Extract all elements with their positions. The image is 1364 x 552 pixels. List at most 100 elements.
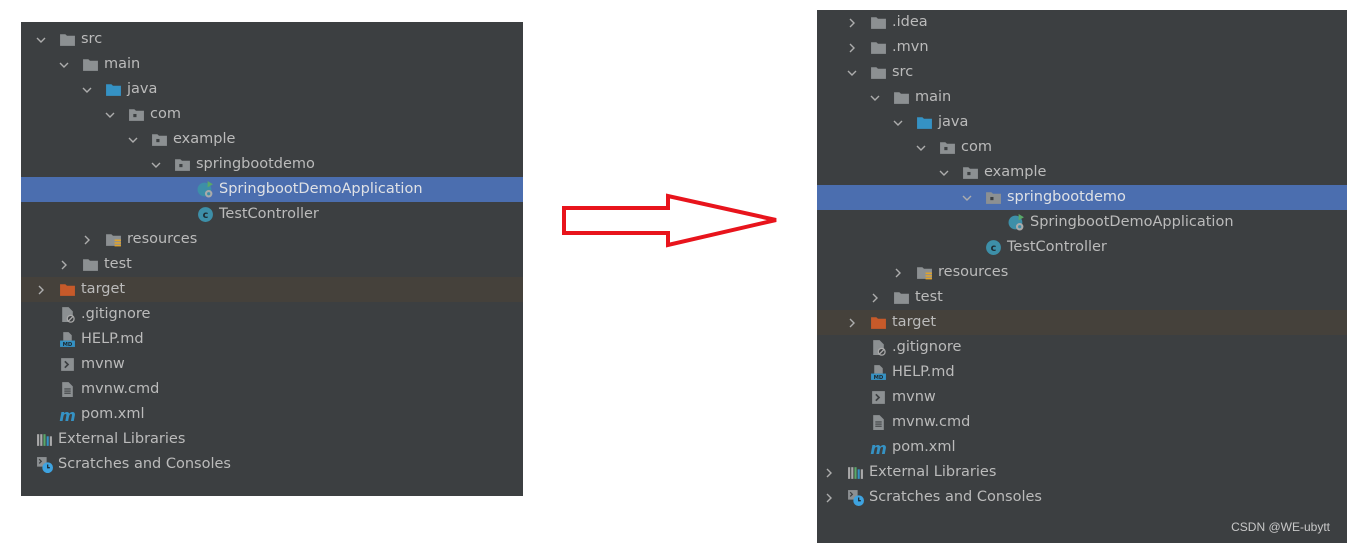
tree-row[interactable]: Scratches and Consoles: [21, 452, 523, 477]
tree-row[interactable]: mvnw.cmd: [21, 377, 523, 402]
tree-row[interactable]: .idea: [817, 10, 1347, 35]
chevron-down-icon[interactable]: [150, 152, 162, 177]
tree-row-label: mvnw.cmd: [81, 381, 160, 397]
tree-row[interactable]: MD HELP.md: [21, 327, 523, 352]
source-folder-icon: [105, 81, 122, 98]
tree-row[interactable]: .mvn: [817, 35, 1347, 60]
tree-row[interactable]: mvnw.cmd: [817, 410, 1347, 435]
tree-row[interactable]: MD HELP.md: [817, 360, 1347, 385]
folder-icon: [870, 64, 887, 81]
tree-row[interactable]: src: [21, 27, 523, 52]
tree-row[interactable]: com: [21, 102, 523, 127]
tree-row-label: java: [127, 81, 158, 97]
tree-row[interactable]: springbootdemo: [21, 152, 523, 177]
tree-row-label: pom.xml: [892, 439, 956, 455]
tree-row[interactable]: java: [21, 77, 523, 102]
tree-row-label: pom.xml: [81, 406, 145, 422]
folder-icon: [893, 89, 910, 106]
tree-row-label: src: [81, 31, 103, 47]
chevron-down-icon[interactable]: [846, 60, 858, 85]
tree-row[interactable]: .gitignore: [817, 335, 1347, 360]
chevron-right-icon[interactable]: [81, 227, 93, 252]
tree-row[interactable]: example: [817, 160, 1347, 185]
chevron-right-icon[interactable]: [58, 252, 70, 277]
tree-row-label: resources: [938, 264, 1009, 280]
libraries-icon: [36, 431, 53, 448]
tree-row-label: main: [915, 89, 952, 105]
tree-row-label: example: [173, 131, 236, 147]
tree-row-label: SpringbootDemoApplication: [219, 181, 423, 197]
tree-row[interactable]: test: [817, 285, 1347, 310]
svg-text:m: m: [870, 439, 887, 456]
tree-row[interactable]: main: [817, 85, 1347, 110]
tree-row-label: target: [81, 281, 126, 297]
chevron-right-icon[interactable]: [869, 285, 881, 310]
tree-row[interactable]: External Libraries: [21, 427, 523, 452]
tree-row[interactable]: mvnw: [21, 352, 523, 377]
tree-row[interactable]: SpringbootDemoApplication: [21, 177, 523, 202]
tree-row-label: .gitignore: [81, 306, 151, 322]
tree-row[interactable]: target: [21, 277, 523, 302]
chevron-down-icon[interactable]: [81, 77, 93, 102]
tree-row[interactable]: src: [817, 60, 1347, 85]
tree-row[interactable]: m pom.xml: [21, 402, 523, 427]
tree-row[interactable]: test: [21, 252, 523, 277]
chevron-right-icon[interactable]: [846, 35, 858, 60]
chevron-right-icon[interactable]: [35, 277, 47, 302]
excluded-folder-icon: [59, 281, 76, 298]
tree-row[interactable]: springbootdemo: [817, 185, 1347, 210]
tree-row-label: com: [150, 106, 181, 122]
chevron-down-icon[interactable]: [35, 27, 47, 52]
chevron-right-icon[interactable]: [823, 460, 835, 485]
chevron-down-icon[interactable]: [938, 160, 950, 185]
tree-row[interactable]: SpringbootDemoApplication: [817, 210, 1347, 235]
tree-row[interactable]: .gitignore: [21, 302, 523, 327]
folder-icon: [82, 256, 99, 273]
package-icon: [151, 131, 168, 148]
scratches-icon: [847, 489, 864, 506]
package-icon: [939, 139, 956, 156]
chevron-down-icon[interactable]: [869, 85, 881, 110]
scratches-icon: [36, 456, 53, 473]
tree-row[interactable]: c TestController: [817, 235, 1347, 260]
chevron-down-icon[interactable]: [892, 110, 904, 135]
package-icon: [985, 189, 1002, 206]
shell-script-icon: [870, 389, 887, 406]
tree-row[interactable]: main: [21, 52, 523, 77]
tree-row[interactable]: External Libraries: [817, 460, 1347, 485]
svg-text:m: m: [59, 406, 76, 423]
tree-row-label: mvnw.cmd: [892, 414, 971, 430]
tree-row[interactable]: c TestController: [21, 202, 523, 227]
folder-icon: [59, 31, 76, 48]
chevron-down-icon[interactable]: [127, 127, 139, 152]
tree-row[interactable]: java: [817, 110, 1347, 135]
chevron-right-icon[interactable]: [846, 310, 858, 335]
chevron-right-icon[interactable]: [846, 10, 858, 35]
class-icon: c: [197, 206, 214, 223]
tree-row-label: Scratches and Consoles: [58, 456, 231, 472]
tree-row[interactable]: m pom.xml: [817, 435, 1347, 460]
tree-row-label: TestController: [1007, 239, 1107, 255]
chevron-down-icon[interactable]: [58, 52, 70, 77]
package-icon: [962, 164, 979, 181]
tree-row-label: test: [104, 256, 132, 272]
tree-row[interactable]: resources: [21, 227, 523, 252]
chevron-down-icon[interactable]: [915, 135, 927, 160]
tree-row[interactable]: target: [817, 310, 1347, 335]
tree-row[interactable]: com: [817, 135, 1347, 160]
package-icon: [174, 156, 191, 173]
folder-icon: [82, 56, 99, 73]
svg-text:MD: MD: [63, 342, 73, 348]
tree-row-label: HELP.md: [892, 364, 955, 380]
tree-row[interactable]: example: [21, 127, 523, 152]
chevron-right-icon[interactable]: [823, 485, 835, 510]
chevron-right-icon[interactable]: [892, 260, 904, 285]
tree-row[interactable]: resources: [817, 260, 1347, 285]
chevron-down-icon[interactable]: [104, 102, 116, 127]
watermark: CSDN @WE-ubytt: [1231, 520, 1330, 534]
tree-row-label: java: [938, 114, 969, 130]
tree-row[interactable]: mvnw: [817, 385, 1347, 410]
chevron-down-icon[interactable]: [961, 185, 973, 210]
gitignore-file-icon: [59, 306, 76, 323]
tree-row[interactable]: Scratches and Consoles: [817, 485, 1347, 510]
